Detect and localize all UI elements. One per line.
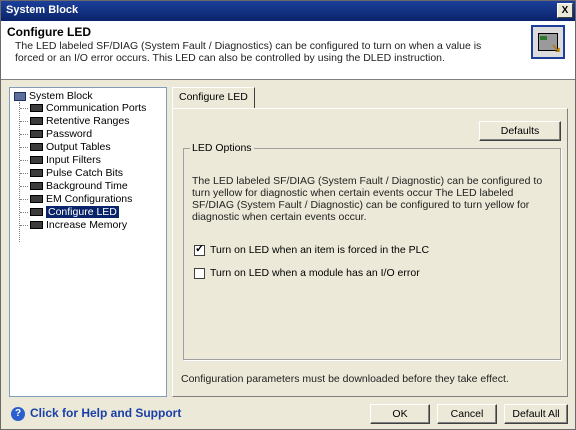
module-icon <box>30 195 43 204</box>
checkbox-io-error-label: Turn on LED when a module has an I/O err… <box>210 267 420 279</box>
module-icon <box>30 169 43 178</box>
module-icon <box>30 182 43 191</box>
module-icon <box>30 221 43 230</box>
defaults-button[interactable]: Defaults <box>479 121 561 141</box>
tree-root-system-block[interactable]: System Block <box>14 90 93 102</box>
tree-item-retentive-ranges[interactable]: Retentive Ranges <box>30 115 129 127</box>
checkbox-forced-box[interactable] <box>194 243 205 256</box>
module-icon <box>30 130 43 139</box>
help-icon: ? <box>11 406 25 421</box>
configure-led-panel: Defaults LED Options The LED labeled SF/… <box>172 108 568 397</box>
tree-item-password[interactable]: Password <box>30 128 92 140</box>
checkbox-led-forced[interactable]: Turn on LED when an item is forced in th… <box>194 243 430 257</box>
tree-item-configure-led[interactable]: Configure LED <box>30 206 119 218</box>
tree-item-em-configurations[interactable]: EM Configurations <box>30 193 132 205</box>
module-icon <box>30 104 43 113</box>
download-note: Configuration parameters must be downloa… <box>181 373 509 385</box>
module-icon <box>30 208 43 217</box>
system-block-icon <box>14 91 26 101</box>
help-support-link[interactable]: ? Click for Help and Support <box>11 406 181 422</box>
module-icon <box>30 156 43 165</box>
checkbox-forced-label: Turn on LED when an item is forced in th… <box>210 244 430 256</box>
checkbox-led-io-error[interactable]: Turn on LED when a module has an I/O err… <box>194 267 420 280</box>
close-button[interactable]: X <box>557 3 573 18</box>
header-panel: Configure LED The LED labeled SF/DIAG (S… <box>1 21 575 80</box>
ok-button[interactable]: OK <box>370 404 430 424</box>
tree-item-communication-ports[interactable]: Communication Ports <box>30 102 146 114</box>
led-options-description: The LED labeled SF/DIAG (System Fault / … <box>192 175 543 223</box>
tab-strip: Configure LED <box>172 87 568 111</box>
tree-item-output-tables[interactable]: Output Tables <box>30 141 111 153</box>
module-icon <box>30 117 43 126</box>
led-options-label: LED Options <box>190 142 254 154</box>
header-description: The LED labeled SF/DIAG (System Fault / … <box>15 40 482 64</box>
header-title: Configure LED <box>7 25 91 39</box>
led-module-icon: ↘ <box>531 25 565 59</box>
cancel-button[interactable]: Cancel <box>437 404 497 424</box>
led-options-group: LED Options The LED labeled SF/DIAG (Sys… <box>183 142 561 360</box>
tree-item-pulse-catch-bits[interactable]: Pulse Catch Bits <box>30 167 123 179</box>
tree-item-background-time[interactable]: Background Time <box>30 180 128 192</box>
tree-item-input-filters[interactable]: Input Filters <box>30 154 101 166</box>
system-block-window: System Block X Configure LED The LED lab… <box>0 0 576 430</box>
title-bar[interactable]: System Block X <box>1 1 575 21</box>
default-all-button[interactable]: Default All <box>504 404 568 424</box>
window-title: System Block <box>6 4 79 16</box>
checkbox-io-error-box[interactable] <box>194 267 205 279</box>
system-block-tree: System Block Communication Ports Retenti… <box>9 87 167 397</box>
tree-item-increase-memory[interactable]: Increase Memory <box>30 219 127 231</box>
module-icon <box>30 143 43 152</box>
